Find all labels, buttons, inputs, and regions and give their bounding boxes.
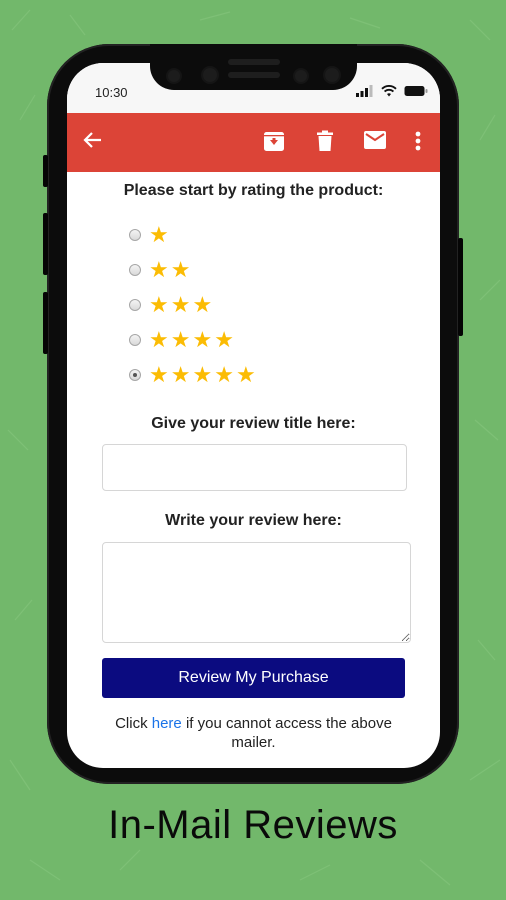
- rating-stars: ★: [149, 224, 169, 246]
- star-icon: ★: [149, 257, 169, 282]
- star-icon: ★: [192, 292, 213, 317]
- rating-label: Please start by rating the product:: [123, 182, 384, 199]
- back-arrow-icon[interactable]: [83, 130, 103, 150]
- phone-volume-up-button: [43, 213, 48, 275]
- star-icon: ★: [170, 362, 191, 387]
- rating-stars: ★ ★ ★: [149, 294, 212, 316]
- star-icon: ★: [170, 327, 191, 352]
- phone-volume-down-button: [43, 292, 48, 354]
- review-body-label: Write your review here:: [165, 512, 342, 529]
- rating-stars: ★ ★ ★ ★ ★: [149, 364, 256, 386]
- review-body-textarea[interactable]: [102, 542, 411, 643]
- phone-power-button: [458, 238, 463, 336]
- phone-notch: [150, 44, 357, 90]
- review-title-label: Give your review title here:: [151, 415, 356, 432]
- mark-unread-icon[interactable]: [363, 130, 387, 150]
- star-icon: ★: [235, 362, 256, 387]
- fallback-note: Click here if you cannot access the abov…: [97, 714, 410, 752]
- rating-radio-3[interactable]: [129, 299, 141, 311]
- rating-radio-5[interactable]: [129, 369, 141, 381]
- rating-option-4[interactable]: ★ ★ ★ ★: [129, 329, 234, 351]
- review-my-purchase-button[interactable]: Review My Purchase: [102, 658, 405, 698]
- phone-screen: 10:30 Please start by rating the product…: [67, 63, 440, 768]
- rating-option-3[interactable]: ★ ★ ★: [129, 294, 212, 316]
- star-icon: ★: [170, 257, 191, 282]
- star-icon: ★: [192, 362, 213, 387]
- rating-stars: ★ ★ ★ ★: [149, 329, 234, 351]
- more-vert-icon[interactable]: [414, 130, 422, 152]
- review-title-input[interactable]: [102, 444, 407, 491]
- rating-stars: ★ ★: [149, 259, 190, 281]
- rating-option-1[interactable]: ★: [129, 224, 169, 246]
- rating-radio-2[interactable]: [129, 264, 141, 276]
- star-icon: ★: [149, 292, 169, 317]
- review-form: Please start by rating the product: ★ ★ ★ ★…: [67, 172, 440, 768]
- caption-title: In-Mail Reviews: [108, 803, 398, 847]
- status-time: 10:30: [95, 85, 128, 100]
- star-icon: ★: [192, 327, 213, 352]
- fallback-note-suffix: if you cannot access the above mailer.: [181, 715, 392, 751]
- star-icon: ★: [214, 362, 234, 387]
- wifi-icon: [381, 85, 397, 97]
- star-icon: ★: [149, 362, 169, 387]
- star-icon: ★: [170, 292, 191, 317]
- rating-option-2[interactable]: ★ ★: [129, 259, 190, 281]
- star-icon: ★: [214, 327, 234, 352]
- phone-side-button: [43, 155, 48, 187]
- battery-icon: [404, 86, 428, 96]
- fallback-here-link[interactable]: here: [152, 715, 182, 732]
- star-icon: ★: [149, 327, 169, 352]
- rating-radio-1[interactable]: [129, 229, 141, 241]
- delete-icon[interactable]: [316, 130, 334, 152]
- rating-option-5[interactable]: ★ ★ ★ ★ ★: [129, 364, 256, 386]
- cellular-signal-icon: [356, 85, 373, 97]
- star-icon: ★: [149, 222, 169, 247]
- fallback-note-prefix: Click: [115, 715, 152, 732]
- app-bar: [67, 113, 440, 172]
- archive-icon[interactable]: [263, 130, 285, 152]
- rating-radio-4[interactable]: [129, 334, 141, 346]
